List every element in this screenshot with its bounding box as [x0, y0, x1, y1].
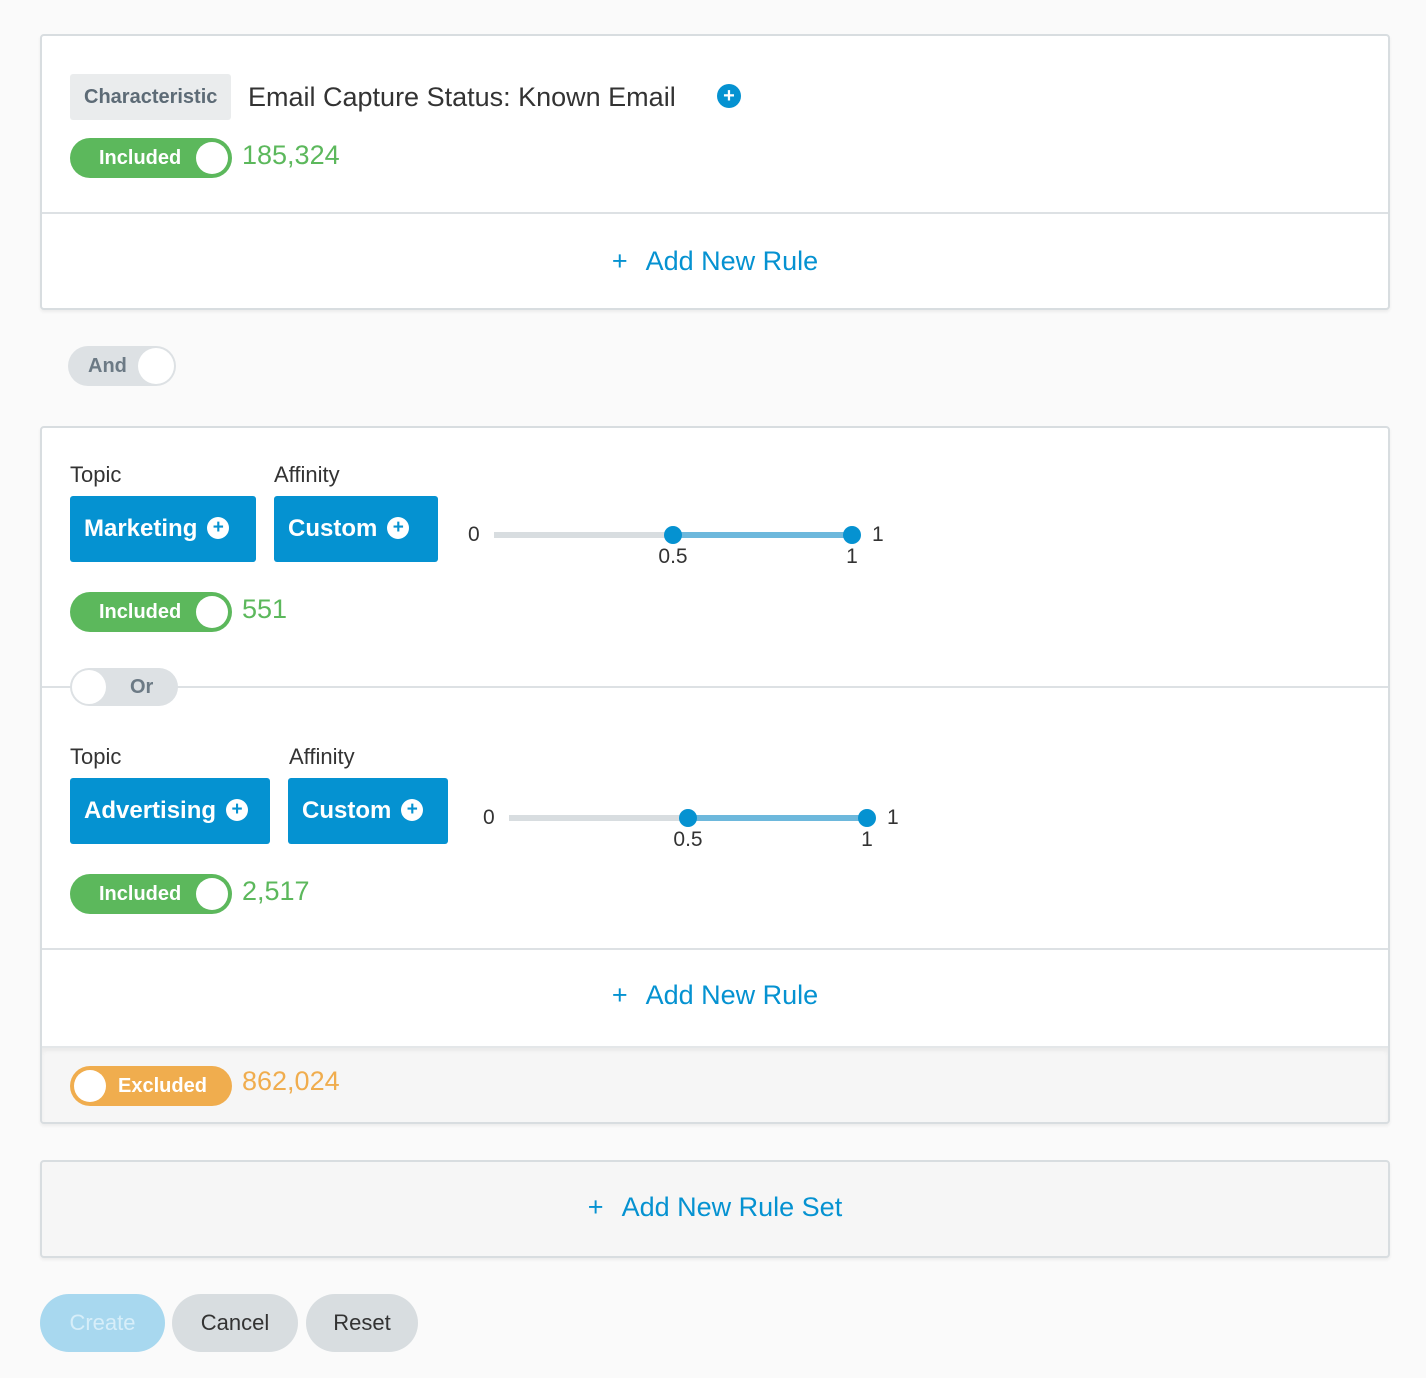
- plus-circle-icon[interactable]: +: [717, 84, 741, 108]
- plus-circle-icon: +: [401, 798, 424, 821]
- rule-set-1: Characteristic Email Capture Status: Kno…: [40, 34, 1390, 310]
- slider-low-handle[interactable]: [679, 809, 697, 827]
- slider-low-value: 0.5: [673, 828, 703, 851]
- add-new-rule-set-button[interactable]: + Add New Rule Set: [40, 1160, 1390, 1258]
- and-toggle[interactable]: And: [68, 346, 176, 386]
- affinity-value: Custom: [288, 515, 378, 542]
- reset-button[interactable]: Reset: [306, 1294, 418, 1352]
- add-new-rule-button[interactable]: + Add New Rule: [42, 978, 1388, 1012]
- toggle-knob: [196, 878, 228, 910]
- toggle-knob: [138, 348, 174, 384]
- toggle-label: Or: [130, 676, 154, 698]
- include-toggle[interactable]: Included: [70, 874, 232, 914]
- add-new-rule-label: Add New Rule: [645, 246, 819, 276]
- toggle-knob: [196, 596, 228, 628]
- affinity-selector[interactable]: Custom +: [274, 496, 438, 562]
- topic-selector[interactable]: Marketing +: [70, 496, 256, 562]
- slider-max-label: 1: [872, 523, 884, 546]
- divider: [42, 212, 1388, 214]
- slider-high-handle[interactable]: [858, 809, 876, 827]
- audience-count: 551: [242, 594, 288, 624]
- add-new-rule-button[interactable]: + Add New Rule: [42, 244, 1388, 278]
- rule-title: Email Capture Status: Known Email: [248, 82, 676, 112]
- affinity-selector[interactable]: Custom +: [288, 778, 448, 844]
- add-new-rule-set-link[interactable]: + Add New Rule Set: [42, 1190, 1388, 1224]
- divider: [42, 686, 1388, 688]
- slider-max-label: 1: [887, 806, 899, 829]
- plus-icon: +: [611, 246, 628, 276]
- affinity-label: Affinity: [289, 744, 355, 769]
- include-toggle[interactable]: Included: [70, 592, 232, 632]
- create-button[interactable]: Create: [40, 1294, 165, 1352]
- affinity-range-slider[interactable]: 0 0.5 1 1: [468, 522, 888, 582]
- slider-high-handle[interactable]: [843, 526, 861, 544]
- exclude-toggle[interactable]: Excluded: [70, 1066, 232, 1106]
- slider-high-value: 1: [846, 545, 858, 568]
- slider-fill: [688, 815, 867, 821]
- cancel-button[interactable]: Cancel: [172, 1294, 298, 1352]
- toggle-knob: [196, 142, 228, 174]
- include-toggle[interactable]: Included: [70, 138, 232, 178]
- toggle-knob: [72, 670, 106, 704]
- toggle-label: And: [88, 355, 127, 377]
- toggle-label: Included: [99, 883, 182, 905]
- slider-min-label: 0: [483, 806, 495, 829]
- add-new-rule-label: Add New Rule: [645, 980, 819, 1010]
- plus-circle-icon: +: [387, 516, 410, 539]
- toggle-knob: [74, 1070, 106, 1102]
- divider: [42, 948, 1388, 950]
- plus-circle-icon: +: [226, 798, 249, 821]
- rule-type-chip: Characteristic: [70, 74, 232, 120]
- plus-icon: +: [611, 980, 628, 1010]
- audience-count: 185,324: [242, 140, 340, 170]
- rule-set-count: 862,024: [242, 1066, 340, 1096]
- topic-label: Topic: [70, 462, 122, 487]
- rule-set-footer: Excluded 862,024: [42, 1046, 1388, 1122]
- add-new-rule-set-label: Add New Rule Set: [621, 1192, 843, 1222]
- slider-fill: [673, 532, 852, 538]
- toggle-label: Included: [99, 147, 182, 169]
- affinity-range-slider[interactable]: 0 0.5 1 1: [483, 805, 903, 865]
- rule-set-2: Topic Affinity Marketing + Custom + 0 0.5 …: [40, 426, 1390, 1124]
- slider-low-handle[interactable]: [664, 526, 682, 544]
- topic-selector[interactable]: Advertising +: [70, 778, 270, 844]
- topic-label: Topic: [70, 744, 122, 769]
- slider-min-label: 0: [468, 523, 480, 546]
- or-toggle[interactable]: Or: [70, 668, 178, 706]
- topic-value: Advertising: [84, 797, 217, 824]
- affinity-label: Affinity: [274, 462, 340, 487]
- toggle-label: Excluded: [118, 1075, 207, 1097]
- audience-count: 2,517: [242, 876, 310, 906]
- plus-circle-icon: +: [207, 516, 230, 539]
- slider-high-value: 1: [861, 828, 873, 851]
- affinity-value: Custom: [302, 797, 392, 824]
- topic-value: Marketing: [84, 515, 198, 542]
- toggle-label: Included: [99, 601, 182, 623]
- slider-low-value: 0.5: [658, 545, 688, 568]
- plus-icon: +: [587, 1192, 604, 1222]
